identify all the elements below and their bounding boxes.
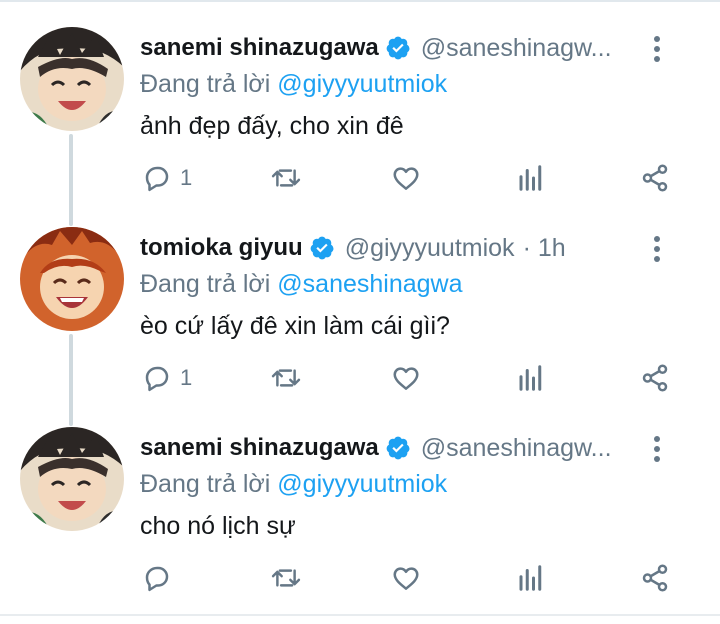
mention-link[interactable]: @saneshinagwa	[277, 270, 462, 298]
tweet-header: sanemi shinazugawa @saneshinagw...	[140, 430, 700, 466]
tweet-text: cho nó lịch sự	[140, 512, 296, 540]
replying-prefix: Đang trả lời	[140, 470, 271, 498]
reply-button[interactable]	[142, 560, 180, 596]
display-name[interactable]: sanemi shinazugawa	[140, 434, 379, 462]
avatar[interactable]	[20, 227, 124, 331]
heart-icon	[393, 567, 419, 590]
tweet-actions	[140, 560, 700, 600]
heart-icon	[393, 367, 419, 390]
tweet[interactable]: tomioka giyuu @giyyyuutmiok · 1h Đang tr…	[0, 200, 720, 400]
display-name[interactable]: tomioka giyuu	[140, 234, 303, 262]
replying-prefix: Đang trả lời	[140, 270, 271, 298]
more-vertical-icon[interactable]	[652, 234, 662, 264]
retweet-icon	[271, 369, 301, 387]
avatar[interactable]	[20, 427, 124, 531]
tweet-text: èo cứ lấy đê xin làm cái gìi?	[140, 312, 450, 340]
verified-badge-icon	[386, 436, 410, 460]
tweet[interactable]: sanemi shinazugawa @saneshinagw... Đang …	[0, 0, 720, 200]
reply-button[interactable]: 1	[142, 360, 192, 396]
retweet-button[interactable]	[270, 360, 302, 396]
tweet-content: tomioka giyuu @giyyyuutmiok · 1h Đang tr…	[140, 230, 700, 343]
timestamp[interactable]: · 1h	[523, 234, 566, 263]
reply-count: 1	[180, 165, 193, 190]
more-vertical-icon[interactable]	[652, 34, 662, 64]
retweet-icon	[271, 169, 301, 187]
like-button[interactable]	[390, 560, 422, 596]
replying-to: Đang trả lời @giyyyuutmiok	[140, 466, 700, 502]
retweet-icon	[271, 569, 301, 587]
like-button[interactable]	[390, 160, 422, 196]
replying-prefix: Đang trả lời	[140, 70, 271, 98]
like-button[interactable]	[390, 360, 422, 396]
more-vertical-icon[interactable]	[652, 434, 662, 464]
reply-icon	[145, 366, 169, 392]
reply-button[interactable]: 1	[142, 160, 192, 196]
retweet-button[interactable]	[270, 160, 302, 196]
analytics-icon	[519, 565, 542, 591]
bottom-divider	[0, 614, 720, 616]
tweet-header: sanemi shinazugawa @saneshinagw...	[140, 30, 700, 66]
analytics-button[interactable]	[516, 160, 546, 196]
retweet-button[interactable]	[270, 560, 302, 596]
handle[interactable]: @giyyyuutmiok	[345, 234, 515, 263]
tweet-actions: 1	[140, 160, 700, 200]
mention-link[interactable]: @giyyyuutmiok	[277, 70, 447, 98]
share-button[interactable]	[640, 360, 670, 396]
share-button[interactable]	[640, 560, 670, 596]
share-icon	[642, 364, 668, 392]
tweet-text: ảnh đẹp đấy, cho xin đê	[140, 112, 404, 140]
analytics-button[interactable]	[516, 560, 546, 596]
handle[interactable]: @saneshinagw...	[421, 34, 612, 63]
share-button[interactable]	[640, 160, 670, 196]
analytics-icon	[519, 365, 542, 391]
reply-icon	[145, 166, 169, 192]
reply-icon	[145, 566, 169, 592]
analytics-button[interactable]	[516, 360, 546, 396]
replying-to: Đang trả lời @giyyyuutmiok	[140, 66, 700, 102]
reply-count: 1	[180, 365, 193, 390]
handle[interactable]: @saneshinagw...	[421, 434, 612, 463]
verified-badge-icon	[310, 236, 334, 260]
tweet[interactable]: sanemi shinazugawa @saneshinagw... Đang …	[0, 400, 720, 600]
tweet-header: tomioka giyuu @giyyyuutmiok · 1h	[140, 230, 700, 266]
heart-icon	[393, 167, 419, 190]
mention-link[interactable]: @giyyyuutmiok	[277, 470, 447, 498]
tweet-content: sanemi shinazugawa @saneshinagw... Đang …	[140, 30, 700, 143]
verified-badge-icon	[386, 36, 410, 60]
tweet-actions: 1	[140, 360, 700, 400]
share-icon	[642, 164, 668, 192]
analytics-icon	[519, 165, 542, 191]
share-icon	[642, 564, 668, 592]
display-name[interactable]: sanemi shinazugawa	[140, 34, 379, 62]
tweet-content: sanemi shinazugawa @saneshinagw... Đang …	[140, 430, 700, 543]
avatar[interactable]	[20, 27, 124, 131]
replying-to: Đang trả lời @saneshinagwa	[140, 266, 700, 302]
